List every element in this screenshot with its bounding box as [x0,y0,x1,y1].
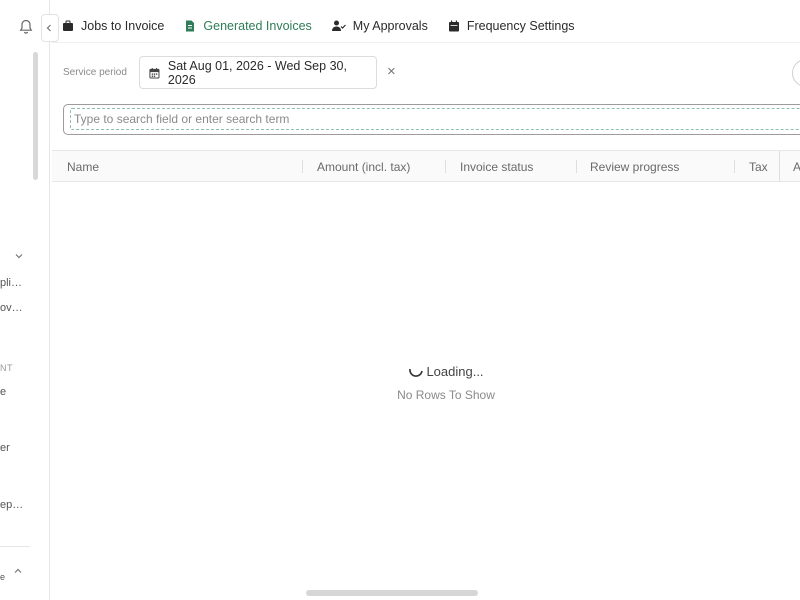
column-label: A [793,159,800,174]
spinner-icon [409,368,424,377]
sidebar-item-label[interactable]: er [0,442,10,454]
collapse-sidebar-button[interactable] [41,14,59,42]
options-button[interactable] [792,59,800,87]
search-input[interactable] [70,108,800,130]
column-header-a[interactable]: A [793,151,800,182]
column-header-review-progress[interactable]: Review progress [590,151,679,182]
tab-generated-invoices[interactable]: Generated Invoices [184,19,312,33]
no-rows-text: No Rows To Show [397,388,495,402]
clear-service-period-button[interactable]: × [387,64,401,80]
tab-label: Jobs to Invoice [81,19,165,33]
user-check-icon [331,20,346,31]
column-header-name[interactable]: Name [67,151,99,182]
tab-label: Generated Invoices [203,19,312,33]
grid-header: Name Amount (incl. tax) Invoice status R… [52,151,800,182]
tab-label: My Approvals [352,19,428,33]
service-period-value: Sat Aug 01, 2026 - Wed Sep 30, 2026 [167,58,347,87]
column-label: Name [67,159,100,174]
column-resize-handle[interactable] [302,160,303,173]
chevron-left-icon [46,24,51,32]
sidebar-item-label[interactable]: ep… [0,499,23,511]
loading-indicator: Loading... [408,363,484,379]
column-label: Invoice status [460,159,534,174]
sidebar-item-label[interactable]: e [0,572,5,582]
column-header-amount[interactable]: Amount (incl. tax) [317,151,410,182]
column-resize-handle[interactable] [734,160,735,173]
service-period-label: Service period [63,67,127,78]
service-period-picker[interactable]: Sat Aug 01, 2026 - Wed Sep 30, 2026 [139,56,377,89]
column-label: Tax [749,159,768,174]
briefcase-icon [63,20,73,31]
column-divider [779,151,780,182]
column-label: Amount (incl. tax) [317,159,411,174]
sidebar: pli… ov… NT e er ep… e [0,0,50,600]
column-resize-handle[interactable] [576,160,577,173]
invoice-icon [186,20,195,32]
calendar-icon [448,20,459,32]
tab-frequency-settings[interactable]: Frequency Settings [448,19,575,33]
chevron-up-icon[interactable] [13,566,23,576]
horizontal-scrollbar[interactable] [306,590,478,596]
column-resize-handle[interactable] [445,160,446,173]
search-container [63,104,800,135]
tab-jobs-to-invoice[interactable]: Jobs to Invoice [62,19,164,33]
loading-text: Loading... [426,363,484,379]
chevron-down-icon[interactable] [14,251,24,261]
calendar-icon [149,67,160,78]
tab-bar: Jobs to Invoice Generated Invoices My Ap… [62,12,575,40]
tabs-divider [52,42,800,43]
tab-label: Frequency Settings [466,19,575,33]
sidebar-scrollbar[interactable] [33,52,38,180]
column-header-tax[interactable]: Tax [749,151,768,182]
sidebar-divider [0,546,30,547]
sidebar-section-label: NT [0,363,13,373]
bell-icon[interactable] [19,19,33,35]
tab-my-approvals[interactable]: My Approvals [331,19,428,33]
column-label: Review progress [590,159,680,174]
column-header-invoice-status[interactable]: Invoice status [460,151,533,182]
invoices-grid: Name Amount (incl. tax) Invoice status R… [52,150,800,600]
sidebar-item-label[interactable]: pli… [0,277,22,289]
sidebar-item-label[interactable]: ov… [0,302,23,314]
grid-overlay: Loading... No Rows To Show [52,363,800,403]
sidebar-item-label[interactable]: e [0,386,6,398]
